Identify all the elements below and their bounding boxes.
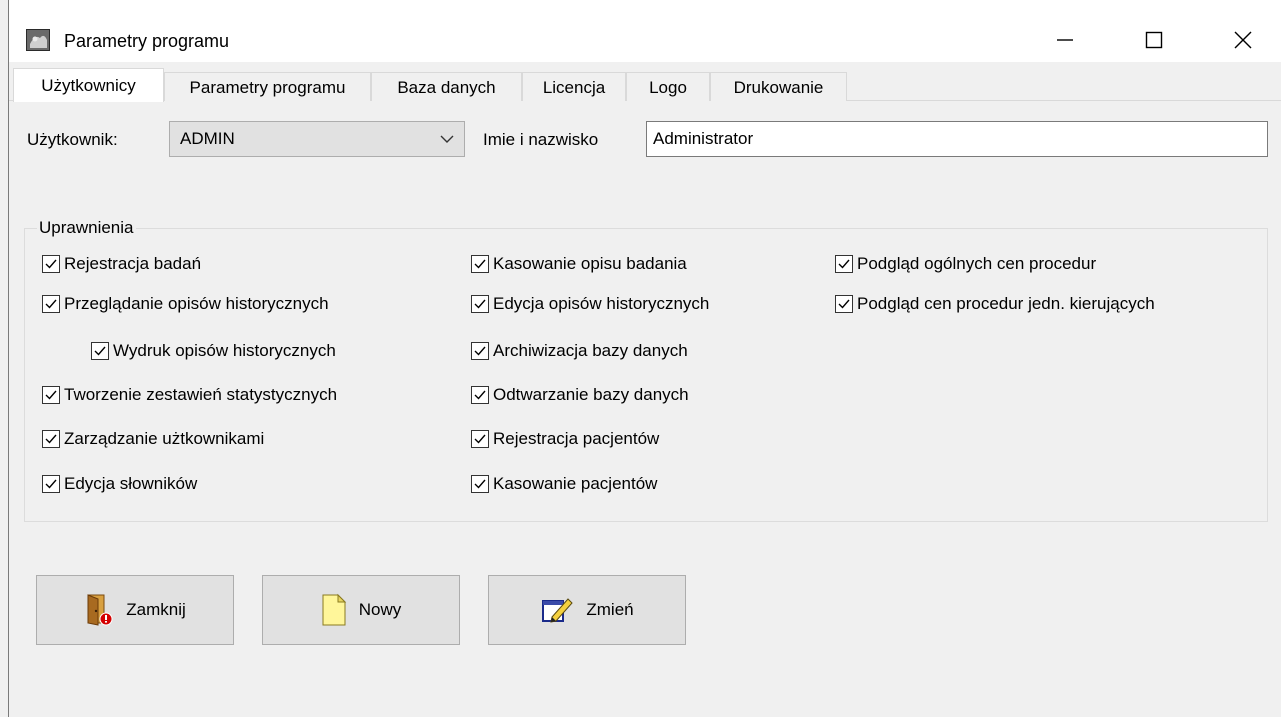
perm-edycja-opisow[interactable]: Edycja opisów historycznych (471, 292, 709, 316)
tab-logo[interactable]: Logo (626, 72, 710, 101)
perm-podglad-cen-kierujacych[interactable]: Podgląd cen procedur jedn. kierujących (835, 292, 1155, 316)
perm-tworzenie-zestawien[interactable]: Tworzenie zestawień statystycznych (42, 383, 337, 407)
minimize-icon (1057, 39, 1073, 41)
new-document-icon (321, 593, 347, 627)
door-exit-icon (84, 593, 114, 627)
perm-archiwizacja[interactable]: Archiwizacja bazy danych (471, 339, 688, 363)
checkbox-label: Tworzenie zestawień statystycznych (64, 385, 338, 404)
checkbox-label: Rejestracja pacjentów (493, 429, 660, 448)
app-icon (26, 29, 50, 51)
checkbox-label: Wydruk opisów historycznych (113, 341, 336, 360)
checkbox[interactable] (835, 295, 853, 313)
checkbox-label: Podgląd ogólnych cen procedur (857, 254, 1097, 273)
checkbox-label: Odtwarzanie bazy danych (493, 385, 689, 404)
checkbox-label: Kasowanie pacjentów (493, 474, 658, 493)
checkbox[interactable] (42, 386, 60, 404)
perm-zarzadzanie-uzytkownikami[interactable]: Zarządzanie użtkownikami (42, 427, 264, 451)
perm-edycja-slownikow[interactable]: Edycja słowników (42, 472, 197, 496)
perm-rejestracja-pacjentow[interactable]: Rejestracja pacjentów (471, 427, 659, 451)
checkbox-label: Archiwizacja bazy danych (493, 341, 688, 360)
change-button[interactable]: Zmień (488, 575, 686, 645)
checkbox[interactable] (42, 255, 60, 273)
perm-kasowanie-pacjentow[interactable]: Kasowanie pacjentów (471, 472, 657, 496)
maximize-button[interactable] (1130, 18, 1178, 62)
chevron-down-icon (440, 135, 454, 143)
checkbox-label: Edycja słowników (64, 474, 198, 493)
change-button-label: Zmień (586, 600, 634, 619)
close-button-label: Zamknij (126, 600, 186, 619)
perm-rejestracja-badan[interactable]: Rejestracja badań (42, 252, 201, 276)
perm-przegladanie-opisow[interactable]: Przeglądanie opisów historycznych (42, 292, 329, 316)
minimize-button[interactable] (1041, 18, 1089, 62)
checkbox[interactable] (471, 342, 489, 360)
checkbox[interactable] (835, 255, 853, 273)
new-button[interactable]: Nowy (262, 575, 460, 645)
checkbox[interactable] (42, 475, 60, 493)
checkbox-label: Rejestracja badań (64, 254, 202, 273)
main-window: Parametry programu Użytkownicy Parametry… (8, 0, 1281, 717)
maximize-icon (1145, 31, 1163, 49)
full-name-label: Imie i nazwisko (483, 130, 599, 149)
perm-kasowanie-opisu[interactable]: Kasowanie opisu badania (471, 252, 687, 276)
close-button[interactable]: Zamknij (36, 575, 234, 645)
tab-licencja[interactable]: Licencja (522, 72, 626, 101)
user-select[interactable]: ADMIN (169, 121, 465, 157)
checkbox[interactable] (471, 430, 489, 448)
close-icon (1234, 31, 1252, 49)
checkbox-label: Podgląd cen procedur jedn. kierujących (857, 294, 1155, 313)
new-button-label: Nowy (358, 600, 402, 619)
perm-podglad-ogolnych-cen[interactable]: Podgląd ogólnych cen procedur (835, 252, 1096, 276)
close-window-button[interactable] (1219, 18, 1267, 62)
title-bar: Parametry programu (9, 0, 1281, 62)
checkbox[interactable] (471, 475, 489, 493)
user-select-value: ADMIN (180, 129, 235, 148)
edit-pencil-icon (540, 595, 574, 625)
tab-parametry-programu[interactable]: Parametry programu (164, 72, 371, 101)
checkbox[interactable] (91, 342, 109, 360)
permissions-legend: Uprawnienia (37, 218, 136, 238)
checkbox[interactable] (471, 295, 489, 313)
checkbox[interactable] (42, 295, 60, 313)
window-title: Parametry programu (64, 31, 230, 51)
tab-uzytkownicy[interactable]: Użytkownicy (13, 68, 164, 102)
full-name-input[interactable]: Administrator (646, 121, 1268, 157)
checkbox-label: Kasowanie opisu badania (493, 254, 687, 273)
checkbox[interactable] (42, 430, 60, 448)
checkbox-label: Zarządzanie użtkownikami (64, 429, 265, 448)
checkbox-label: Przeglądanie opisów historycznych (64, 294, 329, 313)
checkbox-label: Edycja opisów historycznych (493, 294, 710, 313)
checkbox[interactable] (471, 255, 489, 273)
tab-baza-danych[interactable]: Baza danych (371, 72, 522, 101)
tab-drukowanie[interactable]: Drukowanie (710, 72, 847, 101)
perm-wydruk-opisow[interactable]: Wydruk opisów historycznych (91, 339, 336, 363)
user-label: Użytkownik: (27, 130, 118, 149)
checkbox[interactable] (471, 386, 489, 404)
perm-odtwarzanie[interactable]: Odtwarzanie bazy danych (471, 383, 689, 407)
